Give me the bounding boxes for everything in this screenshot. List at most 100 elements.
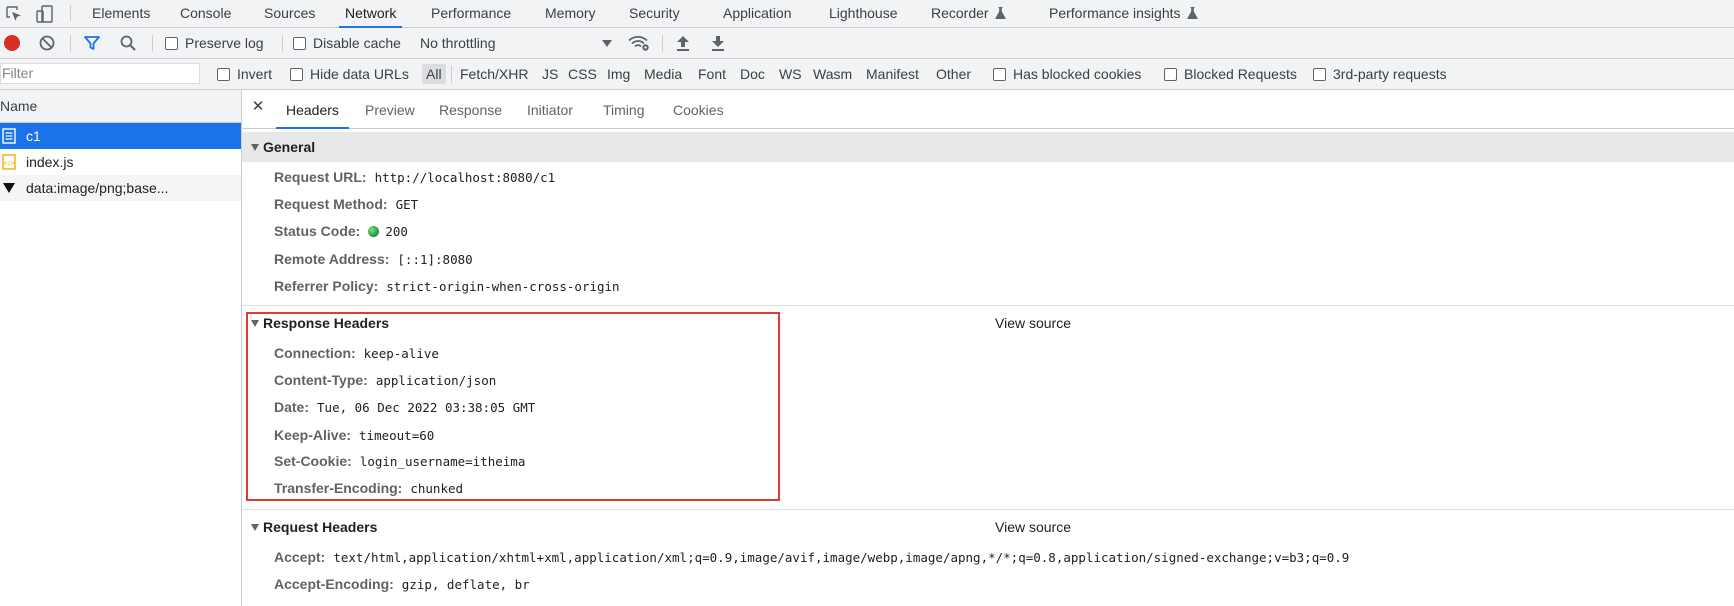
general-section-header[interactable]: General	[242, 132, 1734, 162]
tab-cookies[interactable]: Cookies	[673, 90, 724, 128]
tab-recorder-label: Recorder	[931, 5, 989, 21]
filter-type-all[interactable]: All	[422, 64, 446, 84]
filter-type-ws[interactable]: WS	[779, 59, 802, 89]
has-blocked-cookies-checkbox[interactable]: Has blocked cookies	[993, 59, 1141, 89]
filter-icon	[84, 36, 100, 50]
upload-icon	[677, 36, 689, 51]
search-button[interactable]	[119, 28, 137, 58]
tab-application[interactable]: Application	[723, 0, 792, 27]
download-icon	[712, 36, 724, 51]
devtools-tab-bar: Elements Console Sources Network Perform…	[0, 0, 1734, 28]
tab-headers[interactable]: Headers	[276, 90, 349, 129]
filter-type-img[interactable]: Img	[607, 59, 630, 89]
filter-type-manifest[interactable]: Manifest	[866, 59, 919, 89]
blocked-requests-label: Blocked Requests	[1184, 66, 1297, 82]
inspect-element-icon[interactable]	[4, 4, 24, 24]
hide-data-urls-checkbox[interactable]: Hide data URLs	[290, 59, 409, 89]
filter-input[interactable]: Filter	[0, 63, 200, 84]
tab-sources[interactable]: Sources	[264, 0, 315, 27]
tab-lighthouse[interactable]: Lighthouse	[829, 0, 898, 27]
general-title: General	[263, 139, 316, 155]
name-column-header[interactable]: Name	[0, 90, 241, 123]
checkbox-box[interactable]	[1313, 67, 1326, 81]
tab-performance[interactable]: Performance	[431, 0, 511, 27]
close-icon[interactable]: ✕	[250, 99, 266, 115]
header-name: Referrer Policy:	[274, 278, 379, 294]
filter-separator	[451, 66, 452, 83]
filter-type-wasm[interactable]: Wasm	[813, 59, 852, 89]
toolbar-separator	[282, 35, 283, 52]
highlight-annotation-box	[246, 312, 780, 501]
tab-preview[interactable]: Preview	[365, 90, 415, 128]
header-value: http://localhost:8080/c1	[374, 170, 556, 185]
search-icon	[120, 35, 136, 51]
device-toolbar-icon[interactable]	[35, 4, 55, 24]
record-button[interactable]	[3, 28, 21, 58]
tab-initiator[interactable]: Initiator	[527, 90, 573, 128]
request-view-source-link[interactable]: View source	[995, 512, 1071, 542]
import-har-button[interactable]	[675, 28, 691, 58]
filter-type-css[interactable]: CSS	[568, 59, 597, 89]
script-icon: </>	[2, 154, 16, 170]
hide-data-urls-label: Hide data URLs	[310, 66, 409, 82]
tab-timing[interactable]: Timing	[603, 90, 645, 128]
filter-type-font[interactable]: Font	[698, 59, 726, 89]
tab-security[interactable]: Security	[629, 0, 680, 27]
clear-button[interactable]	[38, 28, 56, 58]
filter-type-js[interactable]: JS	[542, 59, 558, 89]
header-row: Request URL: http://localhost:8080/c1	[274, 164, 555, 190]
filter-type-media[interactable]: Media	[644, 59, 682, 89]
header-value: text/html,application/xhtml+xml,applicat…	[333, 550, 1350, 565]
tab-recorder[interactable]: Recorder	[931, 0, 1006, 27]
request-name: data:image/png;base...	[26, 180, 169, 196]
has-blocked-cookies-label: Has blocked cookies	[1013, 66, 1142, 82]
network-toolbar: Preserve log Disable cache No throttling	[0, 28, 1734, 59]
invert-checkbox[interactable]: Invert	[217, 59, 272, 89]
detail-tab-bar: ✕ Headers Preview Response Initiator Tim…	[242, 90, 1734, 129]
checkbox-box[interactable]	[993, 67, 1006, 81]
filter-type-other[interactable]: Other	[936, 59, 971, 89]
checkbox-box[interactable]	[217, 67, 230, 81]
request-list-panel: Name c1 </> index.js data:image/png;base…	[0, 90, 242, 606]
toolbar-separator	[152, 35, 153, 52]
response-view-source-link[interactable]: View source	[995, 308, 1071, 338]
expand-triangle-icon	[251, 144, 259, 151]
disable-cache-checkbox[interactable]: Disable cache	[293, 28, 401, 58]
third-party-requests-checkbox[interactable]: 3rd-party requests	[1313, 59, 1447, 89]
request-row-data-image[interactable]: data:image/png;base...	[0, 175, 241, 201]
preserve-log-checkbox[interactable]: Preserve log	[165, 28, 264, 58]
network-conditions-button[interactable]	[628, 28, 650, 58]
tab-elements[interactable]: Elements	[92, 0, 150, 27]
checkbox-box[interactable]	[290, 67, 303, 81]
checkbox-box[interactable]	[293, 36, 306, 50]
tab-memory[interactable]: Memory	[545, 0, 596, 27]
record-icon	[4, 35, 20, 51]
filter-type-fetch-xhr[interactable]: Fetch/XHR	[460, 59, 528, 89]
header-row: Referrer Policy: strict-origin-when-cross…	[274, 273, 620, 299]
tab-network[interactable]: Network	[338, 0, 403, 28]
header-row: Request Method: GET	[274, 191, 418, 217]
header-name: Accept:	[274, 549, 326, 565]
tab-performance-insights[interactable]: Performance insights	[1049, 0, 1198, 27]
header-row: Accept: text/html,application/xhtml+xml,a…	[274, 544, 1349, 570]
network-filter-bar: Filter Invert Hide data URLs All Fetch/X…	[0, 59, 1734, 90]
throttling-select[interactable]: No throttling	[420, 28, 612, 58]
throttling-value: No throttling	[420, 35, 496, 51]
request-row-index-js[interactable]: </> index.js	[0, 149, 241, 175]
checkbox-box[interactable]	[165, 36, 178, 50]
header-value: [::1]:8080	[397, 252, 473, 267]
filter-toggle-button[interactable]	[83, 28, 101, 58]
filter-type-doc[interactable]: Doc	[740, 59, 765, 89]
blocked-requests-checkbox[interactable]: Blocked Requests	[1164, 59, 1297, 89]
section-divider	[242, 305, 1734, 306]
wifi-settings-icon	[628, 36, 649, 51]
section-divider	[242, 509, 1734, 510]
tab-console[interactable]: Console	[180, 0, 231, 27]
header-row: Accept-Encoding: gzip, deflate, br	[274, 571, 530, 597]
request-headers-section-header[interactable]: Request Headers	[242, 512, 1734, 542]
experimental-flask-icon	[1187, 7, 1198, 19]
request-row-c1[interactable]: c1	[0, 123, 241, 149]
export-har-button[interactable]	[710, 28, 726, 58]
tab-response[interactable]: Response	[439, 90, 502, 128]
checkbox-box[interactable]	[1164, 67, 1177, 81]
